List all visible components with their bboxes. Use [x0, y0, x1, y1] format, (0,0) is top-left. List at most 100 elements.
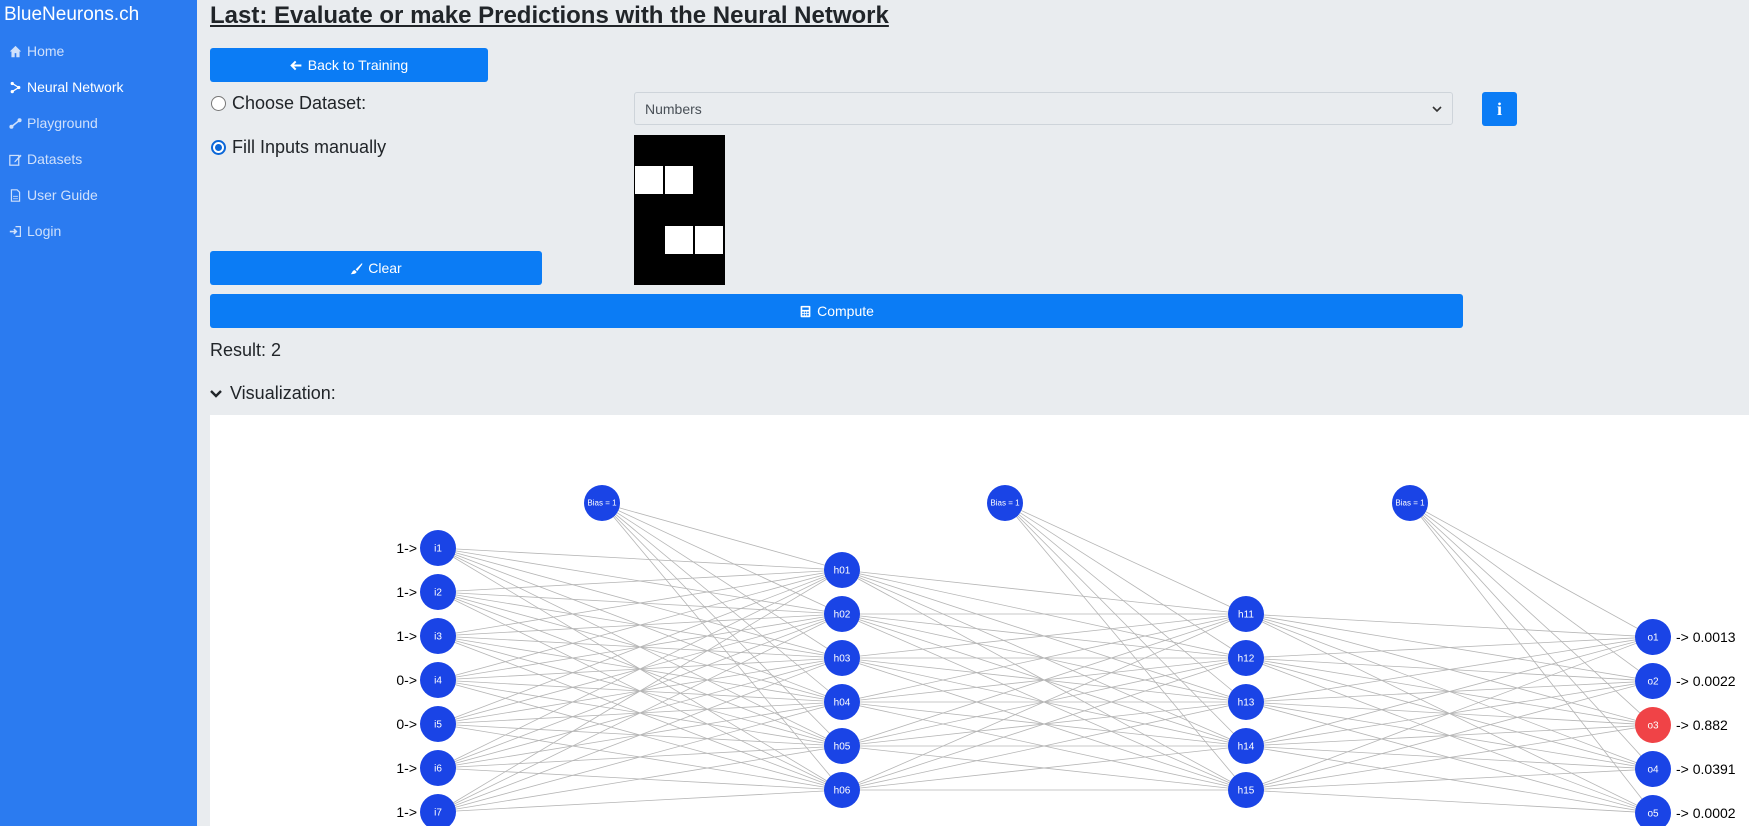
grid-cell[interactable]	[634, 135, 664, 165]
brand-logo[interactable]: BlueNeurons.ch	[4, 4, 139, 26]
network-edge	[1245, 636, 1654, 791]
grid-cell[interactable]	[694, 195, 724, 225]
output-node-o2: o2	[1635, 663, 1671, 699]
node-label: o4	[1647, 764, 1659, 775]
playground-icon	[9, 117, 22, 129]
network-edge	[437, 745, 843, 813]
node-label: h15	[1238, 785, 1255, 796]
fill-inputs-label: Fill Inputs manually	[232, 137, 387, 157]
input-value-label: 1->	[396, 584, 417, 600]
sidebar-item-playground[interactable]: Playground	[9, 115, 98, 131]
input-value-label: 0->	[396, 672, 417, 688]
hidden-node-h15: h15	[1228, 772, 1264, 808]
input-drawing-grid[interactable]	[634, 135, 725, 285]
grid-cell[interactable]	[664, 135, 694, 165]
grid-cell[interactable]	[634, 225, 664, 255]
network-edge	[601, 502, 843, 571]
node-label: o5	[1647, 808, 1659, 819]
node-label: Bias = 1	[1395, 499, 1425, 508]
hidden-node-h04: h04	[824, 684, 860, 720]
fill-inputs-option[interactable]: Fill Inputs manually	[211, 137, 386, 158]
output-value-label: -> 0.0391	[1676, 761, 1736, 777]
input-node-i1: i1	[420, 530, 456, 566]
output-node-o4: o4	[1635, 751, 1671, 787]
edit-icon	[9, 154, 22, 166]
input-node-i2: i2	[420, 574, 456, 610]
choose-dataset-option[interactable]: Choose Dataset:	[211, 93, 366, 114]
sidebar-item-label: Home	[27, 43, 65, 59]
node-label: i5	[434, 719, 442, 730]
node-label: o2	[1647, 676, 1659, 687]
grid-cell[interactable]	[694, 225, 724, 255]
output-node-o5: o5	[1635, 795, 1671, 826]
sidebar-item-neural-network[interactable]: Neural Network	[9, 79, 123, 95]
sidebar-item-login[interactable]: Login	[9, 223, 61, 239]
node-label: h12	[1238, 653, 1255, 664]
hidden-node-h13: h13	[1228, 684, 1264, 720]
sidebar-item-label: Login	[27, 223, 62, 239]
network-edge	[1245, 636, 1654, 747]
output-node-o1: o1	[1635, 619, 1671, 655]
node-label: i3	[434, 631, 442, 642]
clear-button[interactable]: Clear	[210, 251, 542, 285]
node-label: o1	[1647, 632, 1659, 643]
chevron-down-icon	[1432, 105, 1442, 112]
sidebar-item-user-guide[interactable]: User Guide	[9, 187, 98, 203]
choose-dataset-radio[interactable]	[211, 96, 226, 111]
info-button[interactable]: i	[1482, 92, 1517, 126]
output-value-label: -> 0.0013	[1676, 629, 1736, 645]
input-node-i4: i4	[420, 662, 456, 698]
arrow-left-icon	[290, 60, 302, 70]
output-value-label: -> 0.0002	[1676, 805, 1736, 821]
output-node-o3: o3	[1635, 707, 1671, 743]
grid-cell[interactable]	[634, 195, 664, 225]
network-edge	[437, 569, 843, 637]
login-icon	[9, 225, 21, 237]
grid-cell[interactable]	[664, 195, 694, 225]
network-edges	[437, 502, 1654, 814]
grid-cell[interactable]	[664, 255, 694, 285]
network-edge	[841, 569, 1247, 615]
network-edge	[1409, 502, 1654, 682]
result-text: Result: 2	[210, 340, 282, 360]
node-label: h06	[834, 785, 851, 796]
sidebar-item-datasets[interactable]: Datasets	[9, 151, 82, 167]
node-label: i7	[434, 807, 442, 818]
main-content: Last: Evaluate or make Predictions with …	[197, 0, 1749, 826]
node-label: h04	[834, 697, 851, 708]
grid-cell[interactable]	[634, 255, 664, 285]
node-label: h02	[834, 609, 851, 620]
visualization-toggle[interactable]: Visualization:	[210, 383, 336, 404]
bias-node: Bias = 1	[987, 485, 1023, 521]
grid-cell[interactable]	[694, 255, 724, 285]
grid-cell[interactable]	[664, 225, 694, 255]
sidebar-item-home[interactable]: Home	[9, 43, 64, 59]
network-visualization: Bias = 1 Bias = 1 Bias = 1 i1 1-> i2 1-> i3 1-> i…	[210, 415, 1749, 826]
hidden-node-h02: h02	[824, 596, 860, 632]
sidebar-item-label: Datasets	[27, 151, 83, 167]
file-icon	[10, 188, 21, 202]
input-node-i7: i7	[420, 794, 456, 826]
hidden-node-h06: h06	[824, 772, 860, 808]
bias-node: Bias = 1	[584, 485, 620, 521]
network-edge	[437, 613, 843, 813]
hidden-node-h01: h01	[824, 552, 860, 588]
network-edge	[437, 569, 843, 681]
output-value-label: -> 0.0022	[1676, 673, 1736, 689]
visualization-label: Visualization:	[230, 383, 336, 403]
back-to-training-button[interactable]: Back to Training	[210, 48, 488, 82]
dataset-select[interactable]: Numbers	[634, 92, 1453, 125]
grid-cell[interactable]	[634, 165, 664, 195]
grid-cell[interactable]	[694, 165, 724, 195]
info-icon: i	[1496, 98, 1502, 119]
grid-cell[interactable]	[694, 135, 724, 165]
sidebar-item-label: Neural Network	[27, 79, 124, 95]
input-node-i5: i5	[420, 706, 456, 742]
brush-icon	[351, 262, 363, 274]
fill-inputs-radio[interactable]	[211, 140, 226, 155]
network-edge	[437, 569, 843, 593]
grid-cell[interactable]	[664, 165, 694, 195]
network-edge	[437, 789, 843, 813]
node-label: i4	[434, 675, 442, 686]
compute-button[interactable]: Compute	[210, 294, 1463, 328]
